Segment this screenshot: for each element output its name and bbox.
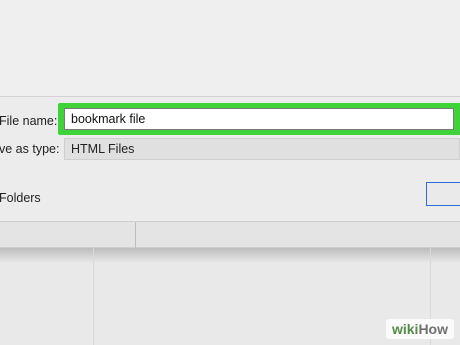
folder-column-header <box>0 221 460 249</box>
save-as-type-label: ve as type: <box>0 142 60 156</box>
save-dialog: File name: ve as type: HTML Files Folder… <box>0 0 460 249</box>
file-name-input[interactable] <box>64 108 454 130</box>
save-button[interactable] <box>426 182 460 206</box>
file-name-label: File name: <box>0 114 58 128</box>
dialog-content-area <box>0 0 460 96</box>
save-as-type-value: HTML Files <box>71 142 135 156</box>
column-separator[interactable] <box>135 222 136 249</box>
background-column-line <box>93 248 94 345</box>
dialog-shadow <box>0 248 460 262</box>
hide-folders-toggle[interactable]: Folders <box>0 191 41 205</box>
wikihow-watermark: wikiHow <box>385 319 454 339</box>
divider <box>0 96 460 97</box>
save-as-type-dropdown[interactable]: HTML Files <box>64 138 460 160</box>
